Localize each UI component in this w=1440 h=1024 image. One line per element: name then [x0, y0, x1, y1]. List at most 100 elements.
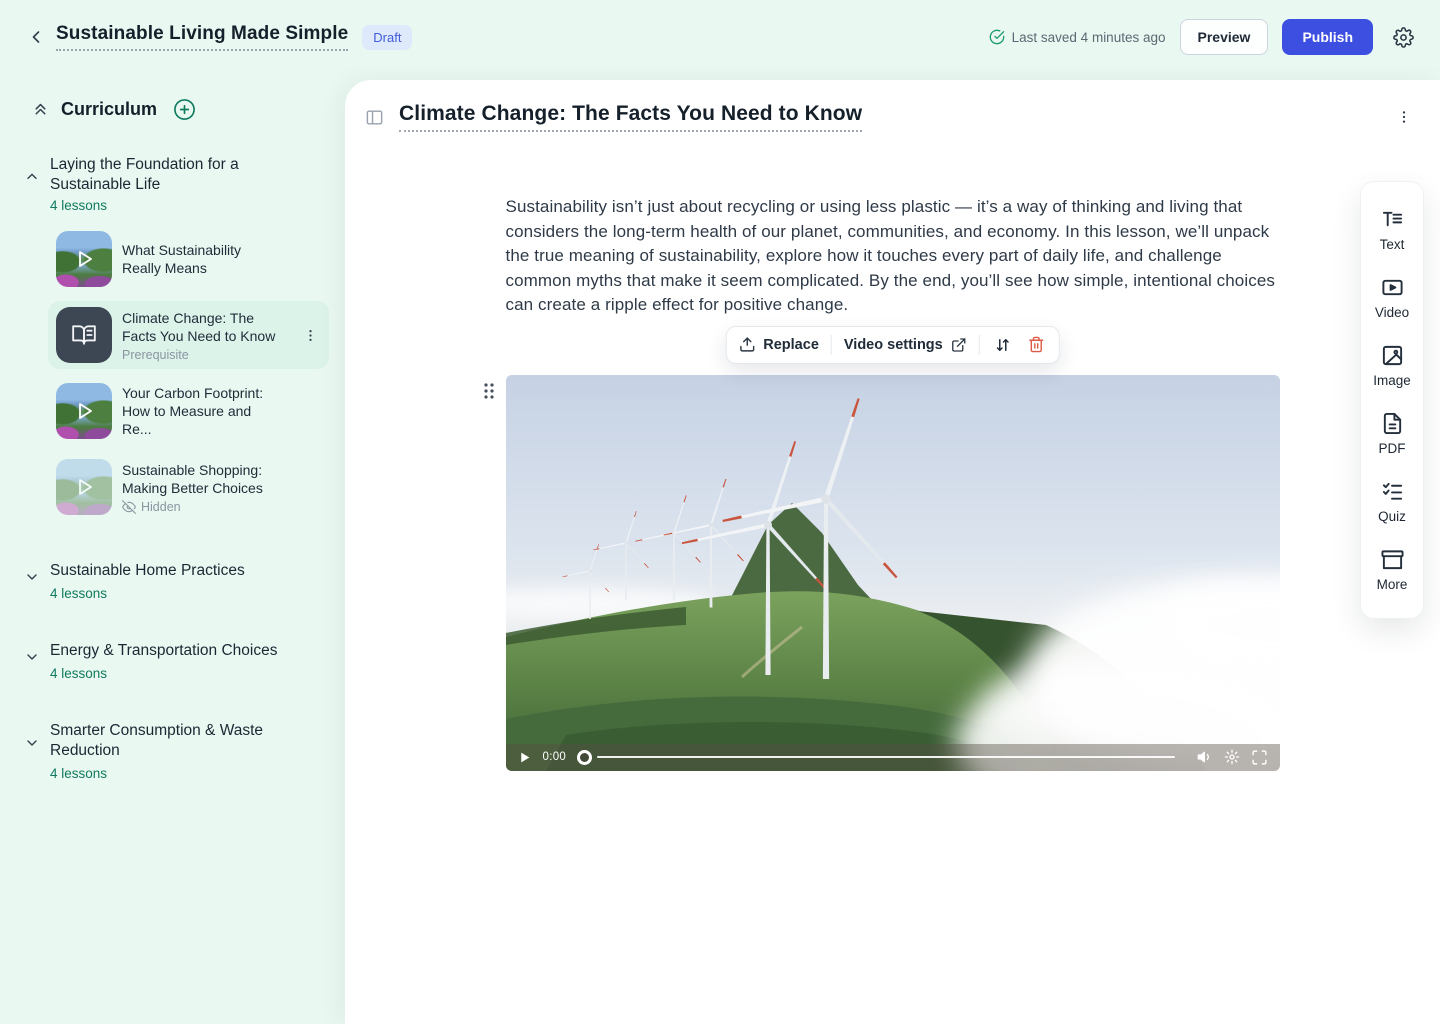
trash-icon: [1028, 336, 1045, 353]
video-player[interactable]: 0:00: [506, 375, 1280, 771]
lesson-row-selected[interactable]: Climate Change: The Facts You Need to Kn…: [48, 301, 329, 369]
lesson-title: Sustainable Shopping: Making Better Choi…: [122, 461, 282, 497]
chevron-down-icon: [24, 569, 40, 601]
kebab-icon: [303, 328, 318, 343]
lesson-menu-button[interactable]: [300, 325, 321, 346]
curriculum-section: Sustainable Home Practices 4 lessons: [24, 561, 329, 601]
add-video-block-button[interactable]: Video: [1361, 264, 1423, 332]
curriculum-heading: Curriculum: [61, 99, 157, 120]
saved-status-label: Last saved 4 minutes ago: [1012, 30, 1166, 45]
section-title: Energy & Transportation Choices: [50, 641, 277, 661]
tool-label: More: [1377, 577, 1408, 592]
section-lesson-count: 4 lessons: [50, 666, 277, 681]
delete-block-button[interactable]: [1026, 334, 1047, 355]
sort-icon: [994, 336, 1012, 354]
plus-circle-icon: [173, 98, 196, 121]
lesson-row[interactable]: What Sustainability Really Means: [48, 225, 329, 293]
course-title[interactable]: Sustainable Living Made Simple: [56, 23, 348, 51]
section-lesson-count: 4 lessons: [50, 766, 295, 781]
image-icon: [1381, 344, 1404, 367]
lesson-row-hidden[interactable]: Sustainable Shopping: Making Better Choi…: [48, 453, 329, 521]
add-pdf-block-button[interactable]: PDF: [1361, 400, 1423, 468]
external-link-icon: [951, 337, 967, 353]
lesson-editor-title[interactable]: Climate Change: The Facts You Need to Kn…: [399, 102, 862, 132]
play-overlay-icon: [56, 459, 112, 515]
player-settings-button[interactable]: [1223, 748, 1241, 766]
gear-icon: [1393, 27, 1414, 48]
settings-button[interactable]: [1389, 23, 1418, 52]
tool-label: Image: [1373, 373, 1411, 388]
more-blocks-button[interactable]: More: [1361, 536, 1423, 604]
video-block: Replace Video settings: [506, 375, 1280, 771]
curriculum-section: Laying the Foundation for a Sustainable …: [24, 155, 329, 521]
more-icon: [1381, 548, 1404, 571]
tool-label: Quiz: [1378, 509, 1406, 524]
lesson-meta: Prerequisite: [122, 348, 290, 362]
chevron-down-icon: [24, 735, 40, 781]
saved-status: Last saved 4 minutes ago: [989, 29, 1166, 45]
play-button[interactable]: [517, 750, 532, 765]
section-header[interactable]: Laying the Foundation for a Sustainable …: [24, 155, 329, 213]
current-time: 0:00: [543, 751, 567, 763]
block-palette: Text Video Image PDF Quiz: [1360, 181, 1424, 619]
publish-button[interactable]: Publish: [1282, 19, 1373, 55]
chevron-down-icon: [24, 649, 40, 681]
section-header[interactable]: Energy & Transportation Choices 4 lesson…: [24, 641, 329, 681]
video-settings-button[interactable]: Video settings: [844, 337, 967, 353]
video-icon: [1381, 276, 1404, 299]
check-circle-icon: [989, 29, 1005, 45]
status-badge: Draft: [362, 25, 412, 50]
collapse-all-button[interactable]: [30, 99, 51, 120]
pdf-icon: [1381, 412, 1404, 435]
drag-handle-icon[interactable]: [482, 381, 496, 401]
back-button[interactable]: [22, 23, 50, 51]
tool-label: Video: [1375, 305, 1409, 320]
fullscreen-button[interactable]: [1250, 748, 1269, 767]
topbar: Sustainable Living Made Simple Draft Las…: [0, 0, 1440, 80]
play-overlay-icon: [56, 231, 112, 287]
quiz-icon: [1381, 480, 1404, 503]
move-block-button[interactable]: [992, 334, 1014, 356]
kebab-icon: [1396, 109, 1412, 125]
section-header[interactable]: Sustainable Home Practices 4 lessons: [24, 561, 329, 601]
curriculum-section: Smarter Consumption & Waste Reduction 4 …: [24, 721, 329, 781]
toolbar-divider: [831, 335, 832, 355]
add-quiz-block-button[interactable]: Quiz: [1361, 468, 1423, 536]
preview-button[interactable]: Preview: [1180, 19, 1269, 55]
lesson-title: Your Carbon Footprint: How to Measure an…: [122, 384, 282, 438]
eye-off-icon: [122, 500, 136, 514]
media-toolbar: Replace Video settings: [725, 326, 1059, 364]
section-title: Laying the Foundation for a Sustainable …: [50, 155, 295, 195]
section-title: Sustainable Home Practices: [50, 561, 245, 581]
section-header[interactable]: Smarter Consumption & Waste Reduction 4 …: [24, 721, 329, 781]
collapse-all-icon: [32, 101, 49, 118]
sidebar-toggle-button[interactable]: [363, 106, 386, 129]
section-lesson-count: 4 lessons: [50, 586, 245, 601]
lesson-intro-paragraph[interactable]: Sustainability isn’t just about recyclin…: [506, 195, 1280, 318]
text-icon: [1381, 208, 1404, 231]
volume-button[interactable]: [1196, 748, 1214, 766]
lesson-title: What Sustainability Really Means: [122, 241, 282, 277]
curriculum-sidebar: Curriculum Laying the Foundation for a S…: [0, 80, 345, 1024]
lesson-row[interactable]: Your Carbon Footprint: How to Measure an…: [48, 377, 329, 445]
lesson-video-thumbnail: [56, 383, 112, 439]
add-image-block-button[interactable]: Image: [1361, 332, 1423, 400]
curriculum-section: Energy & Transportation Choices 4 lesson…: [24, 641, 329, 681]
lesson-video-thumbnail: [56, 231, 112, 287]
settings-icon: [1224, 749, 1240, 765]
book-open-icon: [71, 322, 97, 348]
scrubber-handle[interactable]: [577, 750, 592, 765]
lesson-title: Climate Change: The Facts You Need to Kn…: [122, 309, 282, 345]
tool-label: Text: [1380, 237, 1405, 252]
replace-button[interactable]: Replace: [738, 336, 819, 353]
add-text-block-button[interactable]: Text: [1361, 196, 1423, 264]
play-overlay-icon: [56, 383, 112, 439]
lesson-options-button[interactable]: [1392, 105, 1416, 129]
progress-track[interactable]: [597, 756, 1174, 759]
video-settings-label: Video settings: [844, 337, 943, 353]
section-title: Smarter Consumption & Waste Reduction: [50, 721, 295, 761]
tool-label: PDF: [1379, 441, 1406, 456]
add-section-button[interactable]: [171, 96, 198, 123]
chevron-left-icon: [26, 27, 46, 47]
chevron-up-icon: [24, 169, 40, 213]
